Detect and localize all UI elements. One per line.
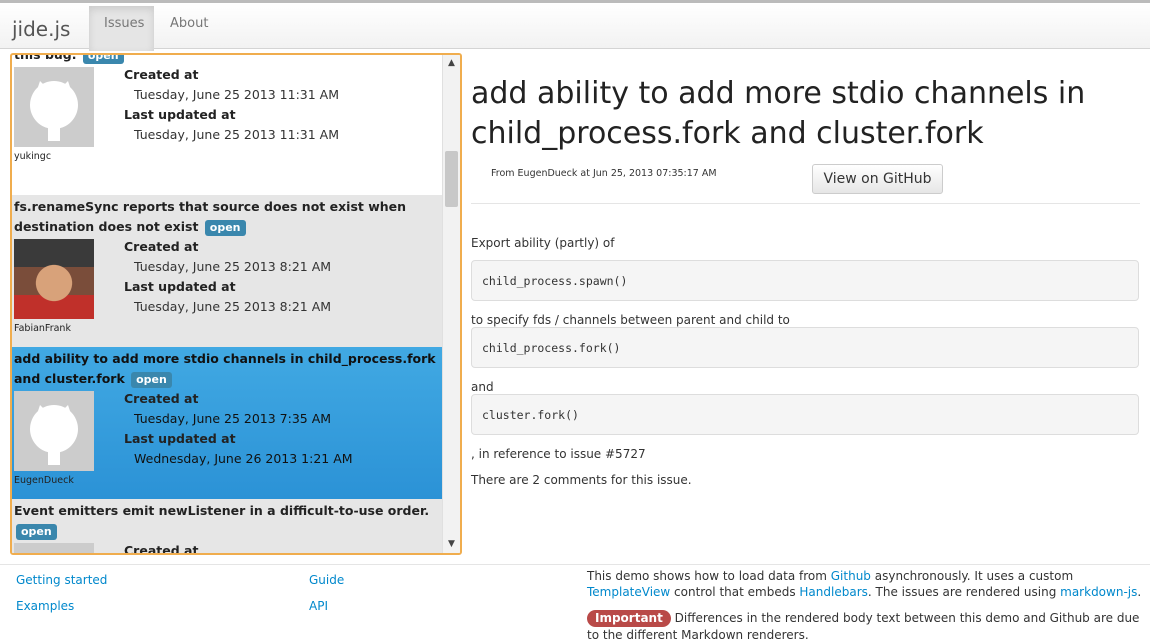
created-label: Created at — [124, 67, 199, 82]
updated-value: Tuesday, June 25 2013 11:31 AM — [134, 127, 339, 142]
author-name: yukingc — [14, 151, 52, 162]
scrollbar-thumb[interactable] — [445, 151, 458, 207]
handlebars-link[interactable]: Handlebars — [799, 585, 867, 599]
code-block: child_process.spawn() — [471, 260, 1139, 301]
octocat-icon — [30, 81, 78, 141]
body-paragraph: Export ability (partly) of — [471, 236, 615, 250]
issue-item[interactable]: fs.renameSync reports that source does n… — [12, 195, 444, 347]
footer-link-examples[interactable]: Examples — [16, 599, 74, 613]
brand-logo[interactable]: jide.js — [12, 17, 70, 41]
status-badge: open — [16, 524, 57, 540]
markdown-js-link[interactable]: markdown-js — [1060, 585, 1137, 599]
issue-meta: Created at Tuesday, June 25 2013 7:35 AM… — [124, 389, 353, 469]
issue-item[interactable]: Event emitters emit newListener in a dif… — [12, 499, 444, 555]
issue-item[interactable]: this bug. open yukingc Created at Tuesda… — [12, 55, 444, 195]
important-label: Important — [587, 610, 671, 627]
issue-meta: Created at Tuesday, June 25 2013 11:31 A… — [124, 65, 339, 145]
issue-detail-title: add ability to add more stdio channels i… — [471, 76, 1086, 151]
issue-meta: Created at — [124, 541, 199, 555]
updated-value: Wednesday, June 26 2013 1:21 AM — [134, 451, 353, 466]
code-block: cluster.fork() — [471, 394, 1139, 435]
body-paragraph: and — [471, 380, 494, 394]
scroll-up-icon[interactable]: ▲ — [443, 55, 460, 72]
templateview-link[interactable]: TemplateView — [587, 585, 670, 599]
issue-title: add ability to add more stdio channels i… — [14, 351, 436, 388]
view-on-github-button[interactable]: View on GitHub — [812, 164, 943, 194]
issue-detail: add ability to add more stdio channels i… — [471, 74, 1141, 194]
tab-about[interactable]: About — [155, 6, 223, 51]
octocat-icon — [30, 405, 78, 465]
footer-link-guide[interactable]: Guide — [309, 573, 344, 587]
updated-label: Last updated at — [124, 431, 236, 446]
comments-count: There are 2 comments for this issue. — [471, 473, 692, 487]
body-paragraph: , in reference to issue #5727 — [471, 447, 646, 461]
navbar: jide.js Issues About — [0, 0, 1150, 51]
issue-title: Event emitters emit newListener in a dif… — [14, 503, 430, 540]
author-name: EugenDueck — [14, 475, 74, 486]
github-link[interactable]: Github — [831, 569, 871, 583]
author-name: FabianFrank — [14, 323, 71, 334]
avatar — [14, 239, 94, 319]
status-badge: open — [204, 220, 246, 236]
footer-link-getting-started[interactable]: Getting started — [16, 573, 107, 587]
footer-link-api[interactable]: API — [309, 599, 328, 613]
created-value: Tuesday, June 25 2013 7:35 AM — [134, 411, 332, 426]
body-paragraph: to specify fds / channels between parent… — [471, 313, 790, 327]
issue-item-active[interactable]: add ability to add more stdio channels i… — [12, 347, 444, 499]
list-scrollbar[interactable]: ▲ ▼ — [442, 55, 460, 553]
created-label: Created at — [124, 239, 199, 254]
issue-author-line: From EugenDueck at Jun 25, 2013 07:35:17… — [491, 168, 717, 179]
created-value: Tuesday, June 25 2013 8:21 AM — [134, 259, 332, 274]
status-badge: open — [82, 55, 124, 64]
avatar — [14, 67, 94, 147]
footer-important-note: Important Differences in the rendered bo… — [587, 610, 1140, 642]
scroll-down-icon[interactable]: ▼ — [443, 536, 460, 553]
footer-note: This demo shows how to load data from Gi… — [587, 569, 1142, 599]
avatar — [14, 543, 94, 555]
issue-title: this bug. open — [14, 55, 442, 65]
updated-label: Last updated at — [124, 107, 236, 122]
issue-meta: Created at Tuesday, June 25 2013 8:21 AM… — [124, 237, 331, 317]
status-badge: open — [131, 372, 172, 388]
updated-label: Last updated at — [124, 279, 236, 294]
created-label: Created at — [124, 543, 199, 555]
tab-issues[interactable]: Issues — [89, 6, 154, 51]
updated-value: Tuesday, June 25 2013 8:21 AM — [134, 299, 332, 314]
divider — [471, 203, 1140, 204]
avatar — [14, 391, 94, 471]
created-value: Tuesday, June 25 2013 11:31 AM — [134, 87, 339, 102]
code-block: child_process.fork() — [471, 327, 1139, 368]
octocat-icon — [14, 543, 94, 555]
created-label: Created at — [124, 391, 199, 406]
issue-list[interactable]: this bug. open yukingc Created at Tuesda… — [10, 53, 462, 555]
footer: Getting started Guide Examples API This … — [0, 564, 1150, 644]
issue-title: fs.renameSync reports that source does n… — [14, 199, 407, 236]
